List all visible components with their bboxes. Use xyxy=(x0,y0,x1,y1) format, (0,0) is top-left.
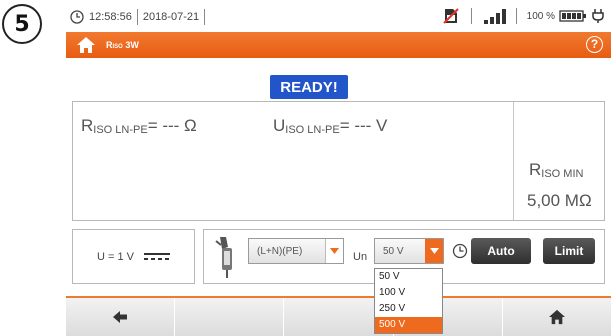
home-button[interactable] xyxy=(502,298,611,336)
test-voltage-select[interactable]: 50 V xyxy=(374,238,444,264)
voltage-indicator-box: U = 1 V xyxy=(72,229,195,284)
status-separator xyxy=(136,9,138,25)
u-iso-reading: UISO LN-PE= --- V xyxy=(273,116,388,136)
results-panel: RISO LN-PE= --- Ω UISO LN-PE= --- V RISO… xyxy=(72,101,605,221)
dropdown-option-250v[interactable]: 250 V xyxy=(375,301,442,317)
power-plug-icon xyxy=(592,9,604,23)
battery-percent: 100 % xyxy=(526,10,555,22)
circuit-select[interactable]: (L+N)(PE) xyxy=(248,238,344,264)
bottom-nav-slot-2[interactable] xyxy=(175,298,285,336)
r-iso-min-label: RISO MIN xyxy=(529,160,584,180)
help-icon[interactable]: ? xyxy=(586,36,603,53)
status-separator xyxy=(470,8,472,24)
ready-indicator: READY! xyxy=(270,75,348,99)
status-time: 12:58:56 xyxy=(89,11,132,23)
auto-button[interactable]: Auto xyxy=(471,238,531,264)
chevron-down-icon[interactable] xyxy=(325,239,343,263)
clamp-probe-icon xyxy=(215,237,232,278)
dropdown-option-50v[interactable]: 50 V xyxy=(375,269,442,285)
back-button[interactable] xyxy=(66,298,176,336)
status-separator xyxy=(515,8,517,24)
status-bar: 12:58:56 2018-07-21 100 % xyxy=(66,6,611,28)
un-label: Un xyxy=(353,251,368,263)
dropdown-option-500v[interactable]: 500 V xyxy=(375,317,442,333)
status-date: 2018-07-21 xyxy=(142,11,200,23)
signal-strength-icon xyxy=(483,8,506,24)
clock-icon xyxy=(452,243,468,259)
no-sim-icon xyxy=(442,8,459,24)
step-number-badge: 5 xyxy=(2,4,42,44)
limit-button[interactable]: Limit xyxy=(543,238,595,264)
chevron-down-icon[interactable] xyxy=(425,239,443,263)
dc-symbol-icon xyxy=(144,252,170,261)
home-icon xyxy=(548,309,565,325)
dropdown-option-100v[interactable]: 100 V xyxy=(375,285,442,301)
test-voltage-dropdown: 50 V 100 V 250 V 500 V xyxy=(374,268,443,334)
arrow-left-icon xyxy=(113,311,128,323)
bottom-nav-bar xyxy=(66,296,611,336)
title-bar: RISO 3W ? xyxy=(66,32,611,58)
battery-icon xyxy=(559,10,586,22)
page-title: RISO 3W xyxy=(106,40,139,50)
r-iso-reading: RISO LN-PE= --- Ω xyxy=(81,116,197,136)
home-icon[interactable] xyxy=(76,36,96,54)
r-iso-min-value: 5,00 MΩ xyxy=(527,191,592,210)
voltage-indicator: U = 1 V xyxy=(97,250,134,263)
results-divider xyxy=(513,102,514,220)
status-separator xyxy=(204,9,206,25)
clock-icon xyxy=(70,10,84,24)
